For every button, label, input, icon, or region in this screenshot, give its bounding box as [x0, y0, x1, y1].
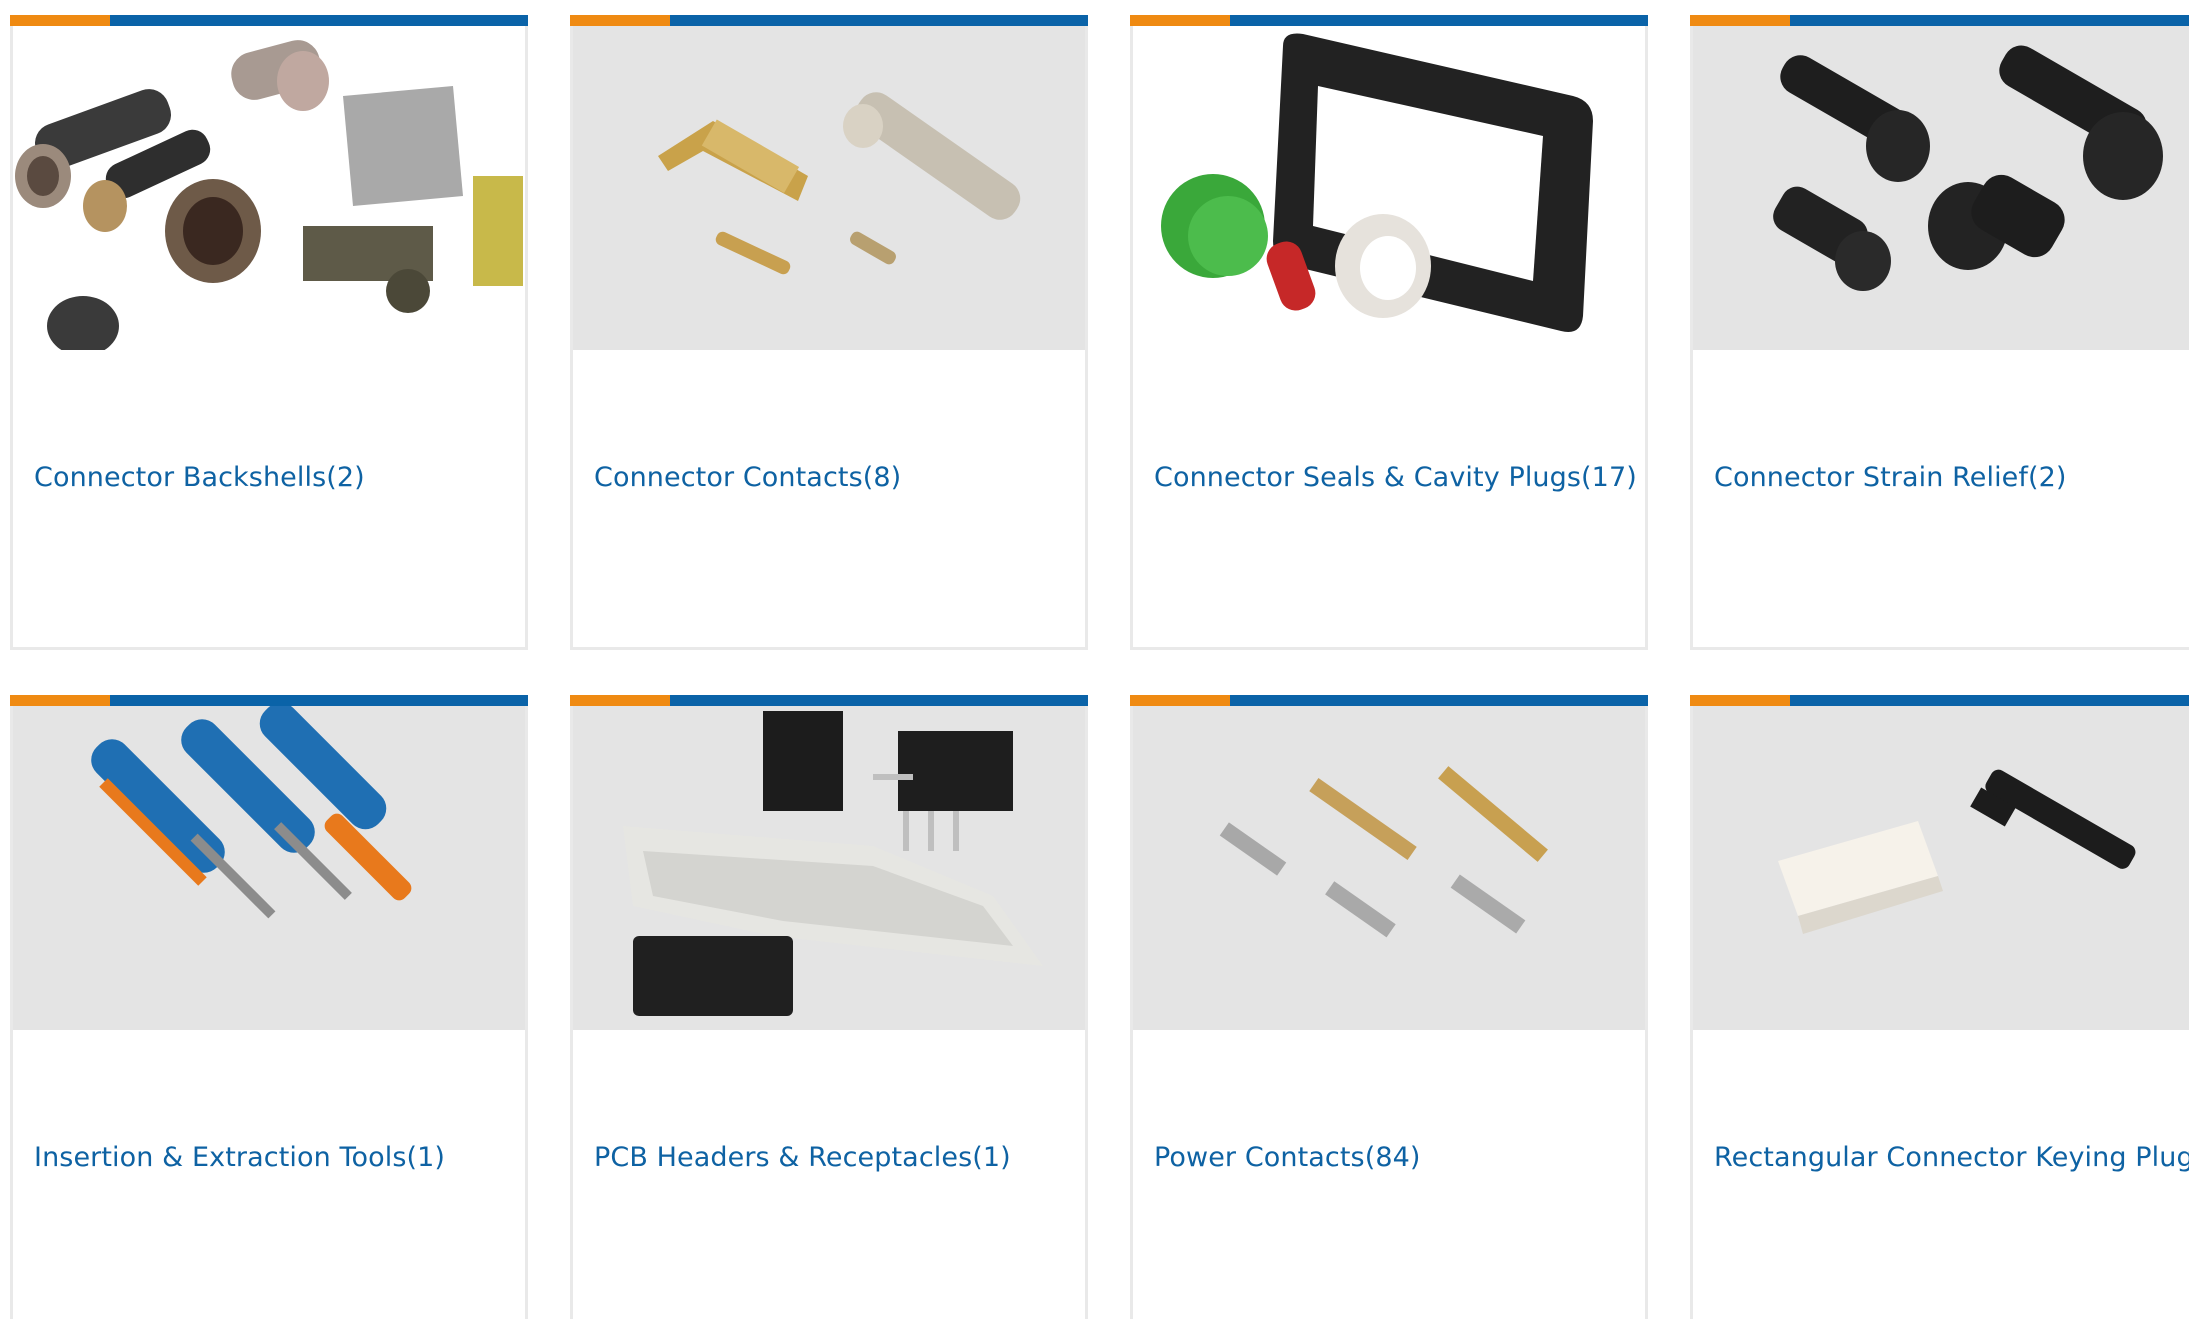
- category-card-connector-backshells[interactable]: Connector Backshells(2): [10, 15, 528, 650]
- seals-photo-icon[interactable]: [1133, 26, 1645, 350]
- card-accent-bar: [570, 695, 1088, 706]
- category-link-label[interactable]: Connector Backshells(2): [34, 462, 365, 493]
- keying-plugs-photo-icon[interactable]: [1693, 706, 2189, 1030]
- card-accent-bar: [1130, 695, 1648, 706]
- category-link-label[interactable]: Insertion & Extraction Tools(1): [34, 1142, 445, 1173]
- category-card-connector-seals[interactable]: Connector Seals & Cavity Plugs(17): [1130, 15, 1648, 650]
- category-card-insertion-extraction-tools[interactable]: Insertion & Extraction Tools(1): [10, 695, 528, 1319]
- category-card-power-contacts[interactable]: Power Contacts(84): [1130, 695, 1648, 1319]
- contacts-photo-icon[interactable]: [573, 26, 1085, 350]
- category-card-connector-strain-relief[interactable]: Connector Strain Relief(2): [1690, 15, 2189, 650]
- tools-photo-icon[interactable]: [13, 706, 525, 1030]
- backshells-photo-icon[interactable]: [13, 26, 525, 350]
- card-accent-bar: [570, 15, 1088, 26]
- category-card-pcb-headers[interactable]: PCB Headers & Receptacles(1): [570, 695, 1088, 1319]
- card-accent-bar: [10, 15, 528, 26]
- category-link-label[interactable]: Connector Strain Relief(2): [1714, 462, 2067, 493]
- power-contacts-photo-icon[interactable]: [1133, 706, 1645, 1030]
- category-card-keying-plugs[interactable]: Rectangular Connector Keying Plugs(2: [1690, 695, 2189, 1319]
- strain-relief-photo-icon[interactable]: [1693, 26, 2189, 350]
- category-link-label[interactable]: PCB Headers & Receptacles(1): [594, 1142, 1011, 1173]
- category-link-label[interactable]: Connector Contacts(8): [594, 462, 901, 493]
- card-accent-bar: [1130, 15, 1648, 26]
- card-accent-bar: [10, 695, 528, 706]
- category-link-label[interactable]: Connector Seals & Cavity Plugs(17): [1154, 462, 1637, 493]
- category-link-label[interactable]: Power Contacts(84): [1154, 1142, 1421, 1173]
- card-accent-bar: [1690, 15, 2189, 26]
- card-accent-bar: [1690, 695, 2189, 706]
- category-grid: Connector Backshells(2) Connector Contac…: [0, 0, 2189, 1319]
- pcb-headers-photo-icon[interactable]: [573, 706, 1085, 1030]
- category-link-label[interactable]: Rectangular Connector Keying Plugs(2: [1714, 1142, 2189, 1173]
- category-card-connector-contacts[interactable]: Connector Contacts(8): [570, 15, 1088, 650]
